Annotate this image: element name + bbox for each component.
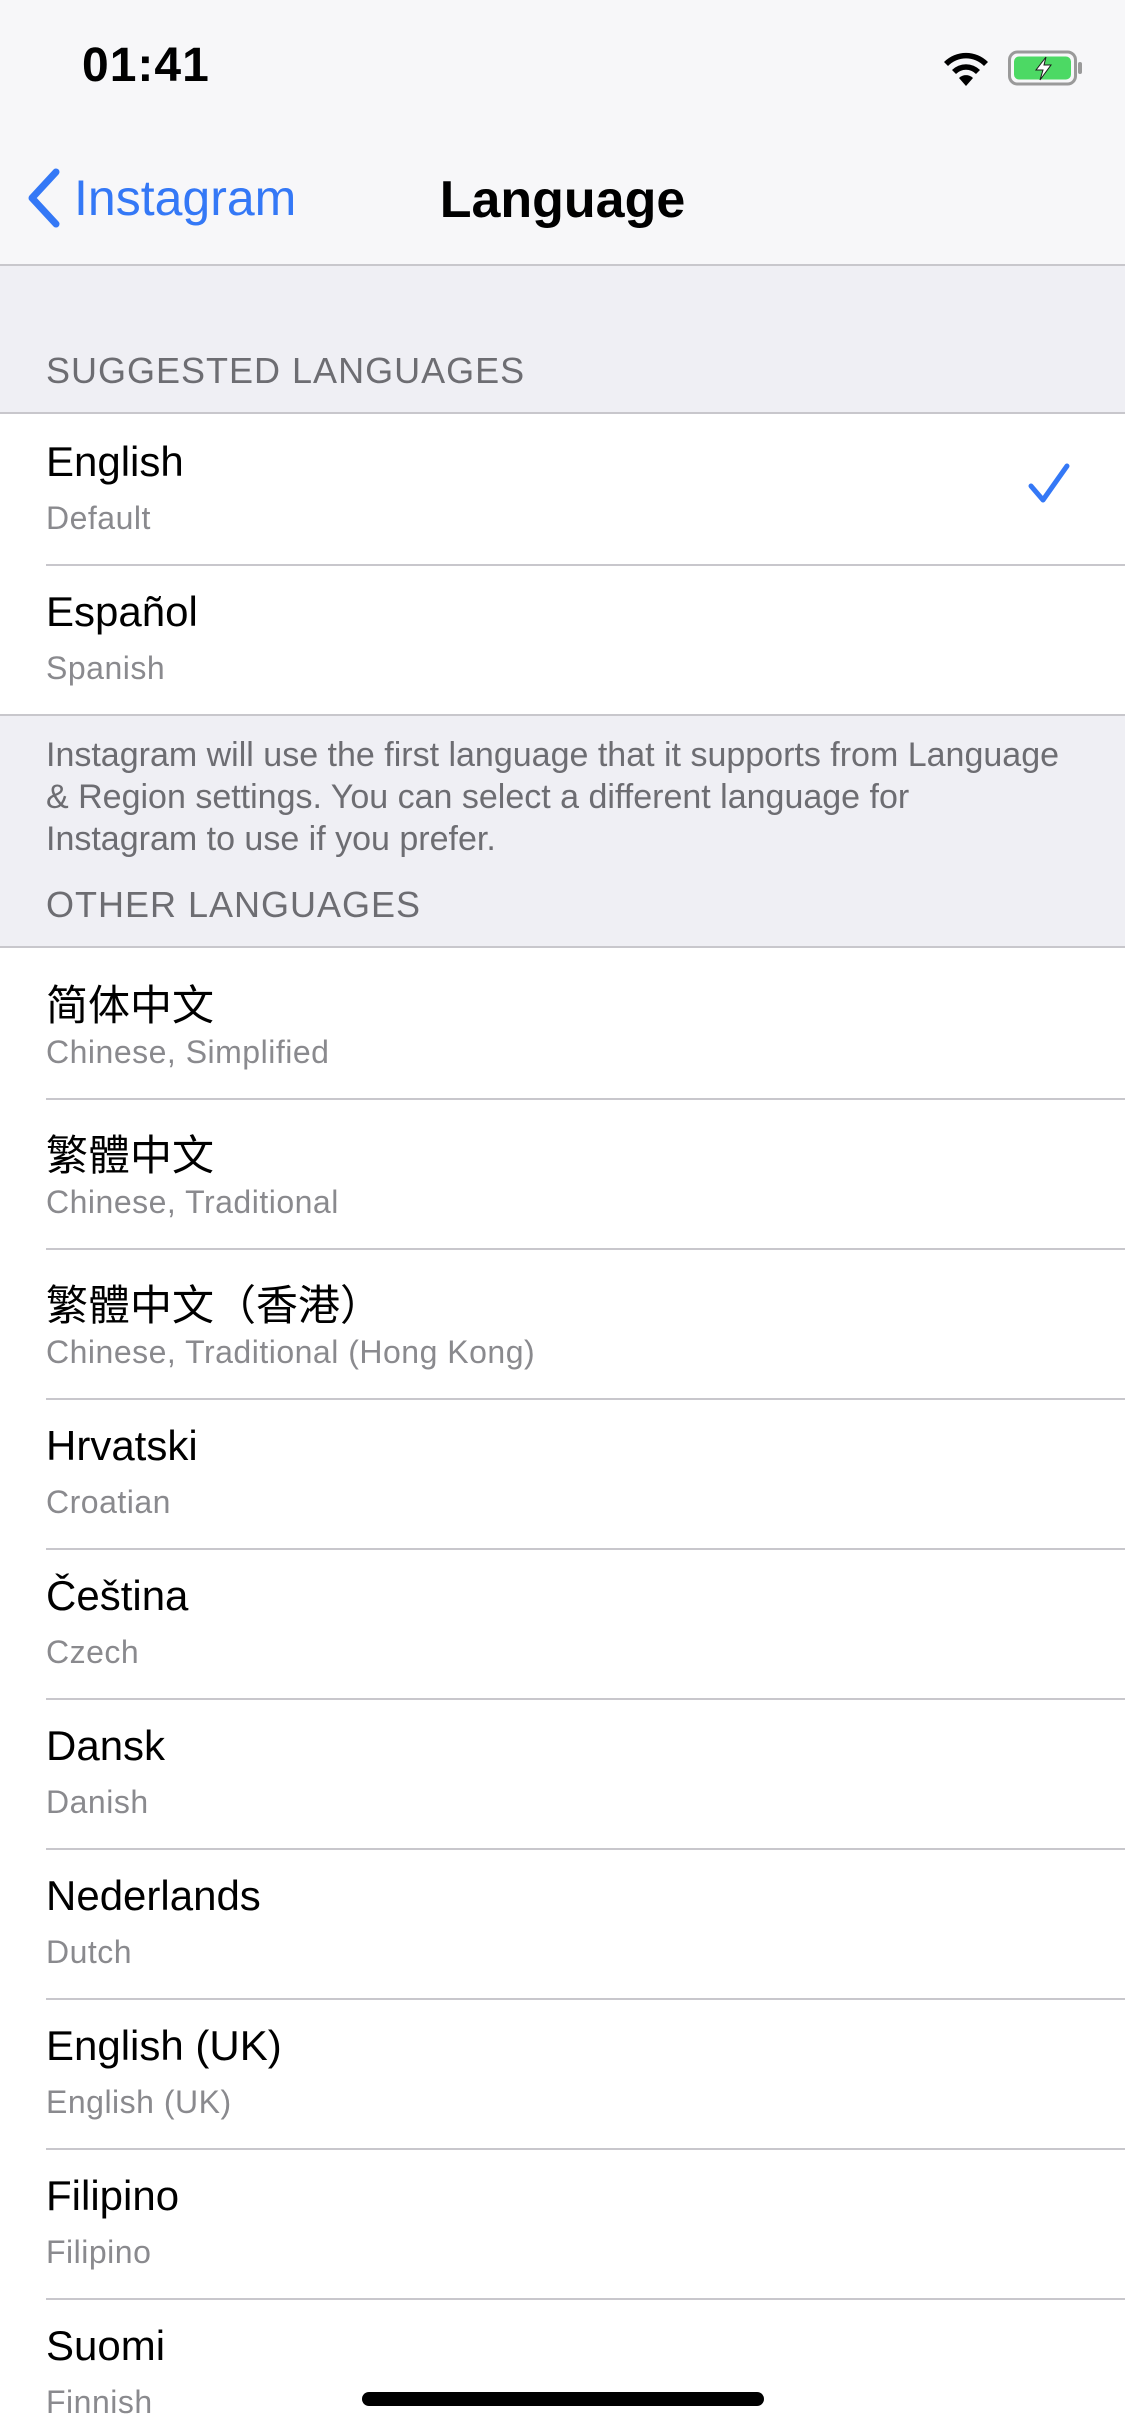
language-name: English xyxy=(46,438,184,485)
status-time: 01:41 xyxy=(82,39,210,92)
screen: 01:41 Instagram Language SUGGESTED LANGU… xyxy=(0,0,1125,2436)
language-row[interactable]: 繁體中文 Chinese, Traditional xyxy=(0,1098,1125,1248)
language-subtitle: Default xyxy=(46,500,151,536)
language-row[interactable]: Filipino Filipino xyxy=(0,2148,1125,2298)
language-row[interactable]: 繁體中文（香港） Chinese, Traditional (Hong Kong… xyxy=(0,1248,1125,1398)
suggested-languages-list: English Default Español Spanish xyxy=(0,412,1125,716)
language-subtitle: Filipino xyxy=(46,2234,152,2270)
language-name: Čeština xyxy=(46,1572,189,1619)
language-subtitle: Finnish xyxy=(46,2384,153,2420)
language-subtitle: Chinese, Simplified xyxy=(46,1034,330,1070)
language-name: Nederlands xyxy=(46,1872,261,1919)
language-subtitle: Chinese, Traditional xyxy=(46,1184,339,1220)
section-header-label: OTHER LANGUAGES xyxy=(46,884,422,925)
language-subtitle: Croatian xyxy=(46,1484,171,1520)
language-name: Dansk xyxy=(46,1722,166,1769)
language-row[interactable]: Čeština Czech xyxy=(0,1548,1125,1698)
section-header-other: OTHER LANGUAGES xyxy=(0,842,1125,946)
language-subtitle: English (UK) xyxy=(46,2084,232,2120)
language-subtitle: Danish xyxy=(46,1784,149,1820)
content: SUGGESTED LANGUAGES English Default Espa… xyxy=(0,266,1125,2436)
language-name: 繁體中文 xyxy=(46,1132,215,1179)
language-subtitle: Spanish xyxy=(46,650,166,686)
language-name: Suomi xyxy=(46,2322,166,2369)
language-name: 简体中文 xyxy=(46,982,215,1029)
checkmark-icon xyxy=(1028,463,1070,503)
language-subtitle: Czech xyxy=(46,1634,140,1670)
language-row-espanol[interactable]: Español Spanish xyxy=(0,564,1125,714)
section-header-suggested: SUGGESTED LANGUAGES xyxy=(0,266,1125,412)
language-row[interactable]: 简体中文 Chinese, Simplified xyxy=(0,948,1125,1098)
language-subtitle: Dutch xyxy=(46,1934,133,1970)
other-languages-list: 简体中文 Chinese, Simplified 繁體中文 Chinese, T… xyxy=(0,946,1125,2436)
home-indicator[interactable] xyxy=(362,2392,764,2406)
language-row[interactable]: Suomi Finnish xyxy=(0,2298,1125,2436)
language-row-english[interactable]: English Default xyxy=(0,414,1125,564)
language-name: Filipino xyxy=(46,2172,180,2219)
section-header-label: SUGGESTED LANGUAGES xyxy=(46,350,526,391)
language-name: 繁體中文（香港） xyxy=(46,1282,383,1329)
battery-charging-icon xyxy=(1008,50,1082,86)
language-name: English (UK) xyxy=(46,2022,282,2069)
suggested-footer-note: Instagram will use the first language th… xyxy=(46,736,1060,858)
language-subtitle: Chinese, Traditional (Hong Kong) xyxy=(46,1334,536,1370)
page-title: Language xyxy=(439,171,686,229)
language-row[interactable]: Dansk Danish xyxy=(0,1698,1125,1848)
status-bar: 01:41 xyxy=(0,0,1125,132)
wifi-icon xyxy=(944,52,988,86)
navigation-bar: Instagram Language xyxy=(0,132,1125,266)
language-row[interactable]: Hrvatski Croatian xyxy=(0,1398,1125,1548)
language-name: Español xyxy=(46,588,198,635)
language-row[interactable]: Nederlands Dutch xyxy=(0,1848,1125,1998)
language-name: Hrvatski xyxy=(46,1422,198,1469)
language-row[interactable]: English (UK) English (UK) xyxy=(0,1998,1125,2148)
